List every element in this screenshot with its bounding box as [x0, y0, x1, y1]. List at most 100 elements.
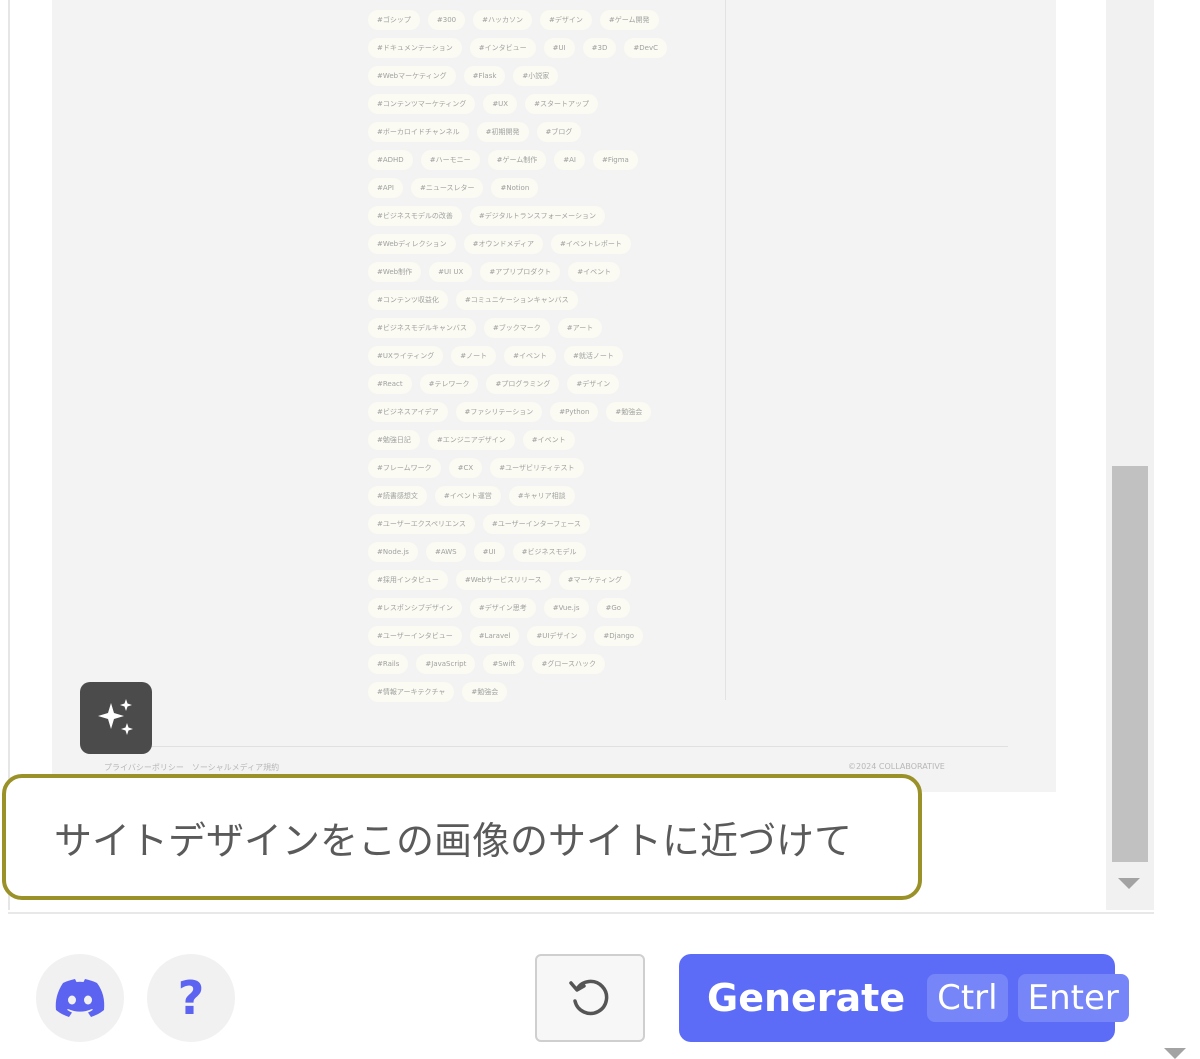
help-button[interactable]: ?: [147, 954, 235, 1042]
hashtag-chip[interactable]: #UI UX: [429, 262, 473, 282]
hashtag-chip[interactable]: #コミュニケーションキャンバス: [455, 290, 578, 310]
hashtag-chip[interactable]: #イベント: [522, 430, 575, 450]
outer-scroll-down-arrow-icon[interactable]: [1164, 1048, 1186, 1059]
discord-button[interactable]: [36, 954, 124, 1042]
reset-button[interactable]: [535, 954, 645, 1042]
hashtag-chip[interactable]: #Webディレクション: [368, 234, 456, 254]
hashtag-chip[interactable]: #情報アーキテクチャ: [368, 682, 455, 702]
hashtag-chip[interactable]: #イベントレポート: [551, 234, 631, 254]
hashtag-chip[interactable]: #勉強会: [462, 682, 508, 702]
hashtag-chip[interactable]: #UIデザイン: [527, 626, 587, 646]
hashtag-chip[interactable]: #Go: [596, 598, 631, 618]
hashtag-chip[interactable]: #ハッカソン: [473, 10, 532, 30]
hashtag-chip[interactable]: #デジタルトランスフォーメーション: [469, 206, 606, 226]
hashtag-chip[interactable]: #JavaScript: [416, 654, 476, 674]
hashtag-chip[interactable]: #コンテンツ収益化: [368, 290, 448, 310]
hashtag-chip[interactable]: #エンジニアデザイン: [427, 430, 515, 450]
preview-footer-copyright: ©2024 COLLABORATIVE: [848, 762, 945, 771]
hashtag-chip[interactable]: #Rails: [368, 654, 409, 674]
hashtag-chip[interactable]: #アプリプロダクト: [480, 262, 561, 282]
hashtag-row: #コンテンツ収益化 #コミュニケーションキャンバス: [368, 286, 728, 314]
hashtag-chip[interactable]: #ユーザーインタビュー: [368, 626, 462, 646]
hashtag-chip[interactable]: #React: [368, 374, 412, 394]
hashtag-chip[interactable]: #初期開発: [476, 122, 529, 142]
hashtag-chip[interactable]: #ブックマーク: [483, 318, 550, 338]
hashtag-chip[interactable]: #Swift: [483, 654, 525, 674]
hashtag-row: #ビジネスモデルキャンバス #ブックマーク #アート: [368, 314, 728, 342]
hashtag-chip[interactable]: #採用インタビュー: [368, 570, 448, 590]
hashtag-chip[interactable]: #ゲーム制作: [487, 150, 547, 170]
hashtag-chip[interactable]: #300: [427, 10, 466, 30]
hashtag-chip[interactable]: #ファシリテーション: [455, 402, 543, 422]
hashtag-chip[interactable]: #DevC: [624, 38, 667, 58]
hashtag-chip[interactable]: #就活ノート: [563, 346, 623, 366]
hashtag-chip[interactable]: #イベント運営: [434, 486, 501, 506]
hashtag-chip[interactable]: #ユーザーインターフェース: [482, 514, 590, 534]
hashtag-chip[interactable]: #ユーザーエクスペリエンス: [368, 514, 475, 534]
hashtag-chip[interactable]: #ボーカロイドチャンネル: [368, 122, 469, 142]
hashtag-chip[interactable]: #ユーザビリティテスト: [490, 458, 584, 478]
hashtag-chip[interactable]: #デザイン思考: [469, 598, 536, 618]
hashtag-chip[interactable]: #スタートアップ: [525, 94, 598, 114]
hashtag-row: #情報アーキテクチャ #勉強会: [368, 678, 728, 706]
hashtag-chip[interactable]: #3D: [582, 38, 617, 58]
hashtag-row: #Rails #JavaScript #Swift #グロースハック: [368, 650, 728, 678]
hashtag-chip[interactable]: #AWS: [425, 542, 466, 562]
hashtag-chip[interactable]: #UI: [473, 542, 505, 562]
hashtag-chip[interactable]: #ビジネスアイデア: [368, 402, 448, 422]
hashtag-chip[interactable]: #テレワーク: [419, 374, 479, 394]
hashtag-chip[interactable]: #勉強会: [606, 402, 652, 422]
hashtag-chip[interactable]: #フレームワーク: [368, 458, 441, 478]
hashtag-chip[interactable]: #Flask: [463, 66, 506, 86]
hashtag-chip[interactable]: #オウンドメディア: [463, 234, 544, 254]
hashtag-chip[interactable]: #Laravel: [469, 626, 520, 646]
hashtag-chip[interactable]: #コンテンツマーケティング: [368, 94, 476, 114]
hashtag-chip[interactable]: #ドキュメンテーション: [368, 38, 462, 58]
hashtag-row: #ボーカロイドチャンネル #初期開発 #ブログ: [368, 118, 728, 146]
hashtag-chip[interactable]: #ニュースレター: [410, 178, 484, 198]
hashtag-chip[interactable]: #アート: [557, 318, 603, 338]
hashtag-chip[interactable]: #CX: [448, 458, 483, 478]
hashtag-chip[interactable]: #ゲーム開発: [599, 10, 659, 30]
hashtag-chip[interactable]: #キャリア相談: [508, 486, 575, 506]
hashtag-chip[interactable]: #Node.js: [368, 542, 418, 562]
hashtag-chip[interactable]: #グロースハック: [532, 654, 605, 674]
hashtag-chip[interactable]: #Webマーケティング: [368, 66, 456, 86]
scroll-down-arrow-icon[interactable]: [1118, 878, 1140, 889]
scrollbar-thumb[interactable]: [1112, 466, 1148, 862]
hashtag-chip[interactable]: #ビジネスモデルの改善: [368, 206, 462, 226]
hashtag-chip[interactable]: #ゴシップ: [368, 10, 420, 30]
hashtag-chip[interactable]: #API: [368, 178, 403, 198]
hashtag-chip[interactable]: #イベント: [568, 262, 621, 282]
hashtag-chip[interactable]: #小説家: [513, 66, 559, 86]
hashtag-chip[interactable]: #レスポンシブデザイン: [368, 598, 462, 618]
hashtag-chip[interactable]: #プログラミング: [486, 374, 560, 394]
ai-assist-button[interactable]: [80, 682, 152, 754]
hashtag-chip[interactable]: #イベント: [504, 346, 556, 366]
hashtag-chip[interactable]: #ノート: [451, 346, 497, 366]
hashtag-chip[interactable]: #ADHD: [368, 150, 413, 170]
hashtag-chip[interactable]: #Django: [594, 626, 644, 646]
hashtag-chip[interactable]: #UI: [543, 38, 575, 58]
hashtag-chip[interactable]: #デザイン: [539, 10, 592, 30]
hashtag-chip[interactable]: #ブログ: [536, 122, 582, 142]
hashtag-chip[interactable]: #Notion: [491, 178, 539, 198]
hashtag-chip[interactable]: #UX: [483, 94, 518, 114]
generate-button[interactable]: Generate Ctrl Enter: [679, 954, 1129, 1042]
hashtag-chip[interactable]: #UXライティング: [368, 346, 444, 366]
hashtag-chip[interactable]: #ビジネスモデルキャンバス: [368, 318, 476, 338]
hashtag-chip[interactable]: #Python: [550, 402, 599, 422]
hashtag-chip[interactable]: #Webサービスリリース: [455, 570, 551, 590]
hashtag-chip[interactable]: #デザイン: [567, 374, 620, 394]
hashtag-chip[interactable]: #勉強日記: [368, 430, 420, 450]
hashtag-chip[interactable]: #読書感想文: [368, 486, 427, 506]
hashtag-chip[interactable]: #Vue.js: [543, 598, 589, 618]
hashtag-chip[interactable]: #ハーモニー: [420, 150, 480, 170]
hashtag-chip[interactable]: #Figma: [592, 150, 638, 170]
hashtag-chip[interactable]: #マーケティング: [558, 570, 631, 590]
hashtag-row: #API #ニュースレター #Notion: [368, 174, 728, 202]
hashtag-chip[interactable]: #インタビュー: [469, 38, 536, 58]
hashtag-chip[interactable]: #AI: [554, 150, 585, 170]
hashtag-chip[interactable]: #ビジネスモデル: [512, 542, 586, 562]
hashtag-chip[interactable]: #Web制作: [368, 262, 422, 282]
